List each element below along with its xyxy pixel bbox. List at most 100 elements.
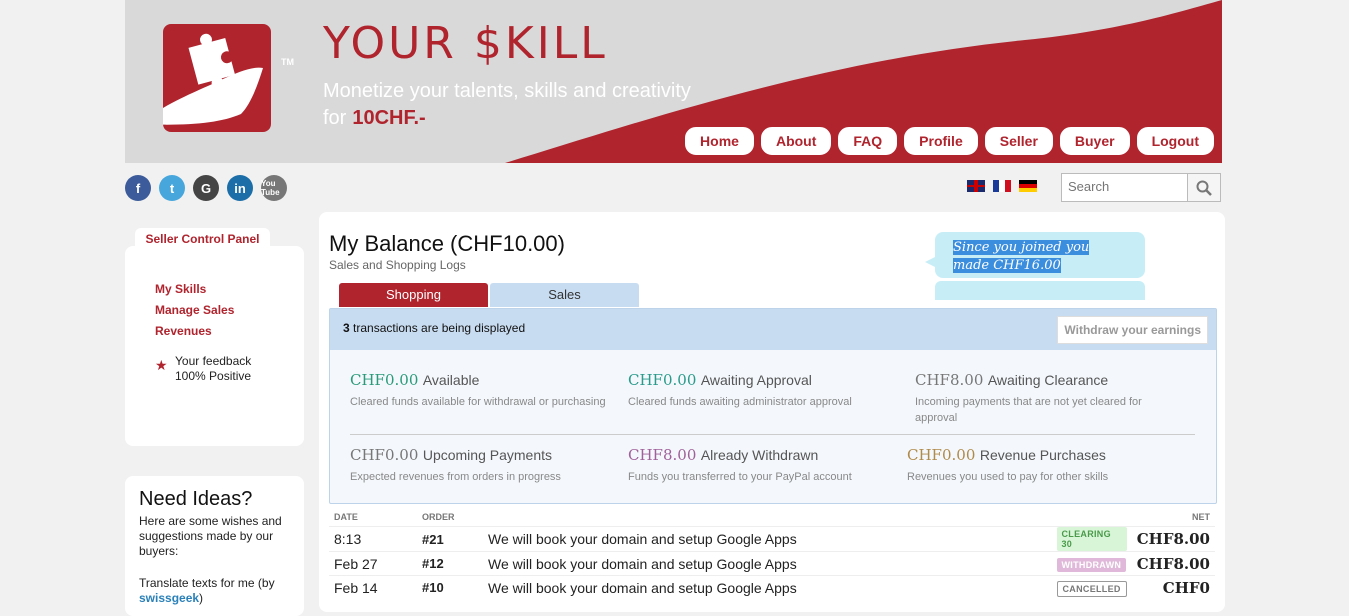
balance-summary: 3 transactions are being displayed Withd… [329,308,1217,504]
stat-upcoming-payments: CHF0.00 Upcoming Payments Expected reven… [350,446,620,485]
sidebar-link-revenues[interactable]: Revenues [155,324,212,338]
logo[interactable]: TM [138,24,294,132]
nav-about[interactable]: About [760,127,832,155]
fr-flag-icon[interactable] [993,180,1011,192]
row-order[interactable]: #21 [417,526,483,552]
main-nav: Home About FAQ Profile Seller Buyer Logo… [685,127,1214,155]
tagline-for: for [323,107,347,129]
table-header: DATE ORDER NET [329,508,1215,527]
stat-label: Awaiting Approval [700,372,812,388]
row-date: Feb 27 [329,551,417,576]
wish-text: Translate texts for me (by [139,576,275,590]
youtube-icon[interactable]: You Tube [261,175,287,201]
status-badge: WITHDRAWN [1056,558,1127,572]
row-order[interactable]: #10 [417,575,483,599]
language-flags [967,180,1037,192]
tab-shopping[interactable]: Shopping [339,283,488,307]
nav-profile[interactable]: Profile [904,127,978,155]
linkedin-icon[interactable]: in [227,175,253,201]
nav-buyer[interactable]: Buyer [1059,127,1130,155]
search-input[interactable] [1062,174,1192,199]
table-row[interactable]: Feb 14 #10 We will book your domain and … [329,575,1215,599]
row-date: 8:13 [329,526,417,552]
tagline-price: for 10CHF.- [323,107,426,130]
stat-already-withdrawn: CHF8.00 Already Withdrawn Funds you tran… [628,446,898,485]
row-net: CHF8.00 [1131,551,1215,576]
stat-revenue-purchases: CHF0.00 Revenue Purchases Revenues you u… [907,446,1177,485]
stat-desc: Expected revenues from orders in progres… [350,471,561,483]
stat-desc: Incoming payments that are not yet clear… [915,396,1142,424]
google-plus-icon[interactable]: G [193,175,219,201]
withdraw-button[interactable]: Withdraw your earnings [1057,316,1208,344]
feedback-value: 100% Positive [175,369,252,383]
search-icon [1196,180,1212,196]
wish-end: ) [199,591,204,605]
seller-control-panel: My Skills Manage Sales Revenues ★ Your f… [125,246,304,446]
transaction-count: 3 transactions are being displayed [343,321,526,335]
row-desc[interactable]: We will book your domain and setup Googl… [483,551,1052,576]
twitter-icon[interactable]: t [159,175,185,201]
stat-amount: CHF8.00 [628,446,697,464]
nav-faq[interactable]: FAQ [838,127,898,155]
stat-awaiting-clearance: CHF8.00 Awaiting Clearance Incoming paym… [915,371,1175,426]
stat-amount: CHF0.00 [350,446,419,464]
sidebar-link-my-skills[interactable]: My Skills [155,282,206,296]
stat-desc: Funds you transferred to your PayPal acc… [628,471,852,483]
feedback-summary: ★ Your feedback 100% Positive [155,354,251,384]
tagline: Monetize your talents, skills and creati… [323,80,691,102]
stat-amount: CHF0.00 [907,446,976,464]
stat-desc: Cleared funds available for withdrawal o… [350,396,606,408]
stats-divider [350,434,1195,435]
stat-awaiting-approval: CHF0.00 Awaiting Approval Cleared funds … [628,371,898,410]
col-date: DATE [334,512,358,522]
ideas-title: Need Ideas? [139,488,253,510]
row-net: CHF0 [1131,575,1215,599]
row-date: Feb 14 [329,575,417,599]
row-status: CANCELLED [1051,575,1132,599]
de-flag-icon[interactable] [1019,180,1037,192]
stat-desc: Revenues you used to pay for other skill… [907,471,1109,483]
col-order: ORDER [422,512,455,522]
status-badge: CANCELLED [1056,580,1127,597]
nav-seller[interactable]: Seller [984,127,1053,155]
transactions-table: DATE ORDER NET 8:13 #21 We will book you… [329,508,1215,599]
ideas-text: Here are some wishes and suggestions mad… [139,514,282,558]
row-desc[interactable]: We will book your domain and setup Googl… [483,526,1052,552]
sidebar-link-manage-sales[interactable]: Manage Sales [155,303,234,317]
stat-desc: Cleared funds awaiting administrator app… [628,396,852,408]
status-badge: CLEARING 30 [1056,527,1127,551]
col-desc [483,508,1052,527]
wish-item: Translate texts for me (by swissgeek) [139,576,299,606]
table-row[interactable]: Feb 27 #12 We will book your domain and … [329,551,1215,576]
bubble-line-1: Since you joined you [953,240,1090,255]
row-status: WITHDRAWN [1051,551,1132,576]
page-title: My Balance (CHF10.00) [329,231,565,256]
bubble-tail [935,281,1145,300]
nav-home[interactable]: Home [685,127,754,155]
stat-label: Awaiting Clearance [987,372,1109,388]
trademark-label: TM [281,57,294,67]
need-ideas-panel: Need Ideas? Here are some wishes and sug… [125,476,304,616]
col-net: NET [1192,512,1210,522]
table-row[interactable]: 8:13 #21 We will book your domain and se… [329,526,1215,552]
row-desc[interactable]: We will book your domain and setup Googl… [483,575,1052,599]
search-button[interactable] [1187,174,1220,201]
row-order[interactable]: #12 [417,551,483,576]
stat-amount: CHF0.00 [628,371,697,389]
wish-user-link[interactable]: swissgeek [139,591,199,605]
row-net: CHF8.00 [1131,526,1215,552]
site-header: TM YOUR $KILL Monetize your talents, ski… [125,0,1222,163]
stat-label: Upcoming Payments [422,447,552,463]
uk-flag-icon[interactable] [967,180,985,192]
summary-header: 3 transactions are being displayed Withd… [330,309,1216,350]
facebook-icon[interactable]: f [125,175,151,201]
tagline-price-value: 10CHF.- [352,107,426,129]
nav-logout[interactable]: Logout [1136,127,1214,155]
tab-sales[interactable]: Sales [490,283,639,307]
social-links: f t G in You Tube [125,175,287,201]
balance-panel: My Balance (CHF10.00) Sales and Shopping… [319,212,1225,612]
puzzle-hand-icon [138,33,263,125]
page-subtitle: Sales and Shopping Logs [329,258,466,272]
feedback-label: Your feedback [175,354,252,368]
stat-amount: CHF0.00 [350,371,419,389]
